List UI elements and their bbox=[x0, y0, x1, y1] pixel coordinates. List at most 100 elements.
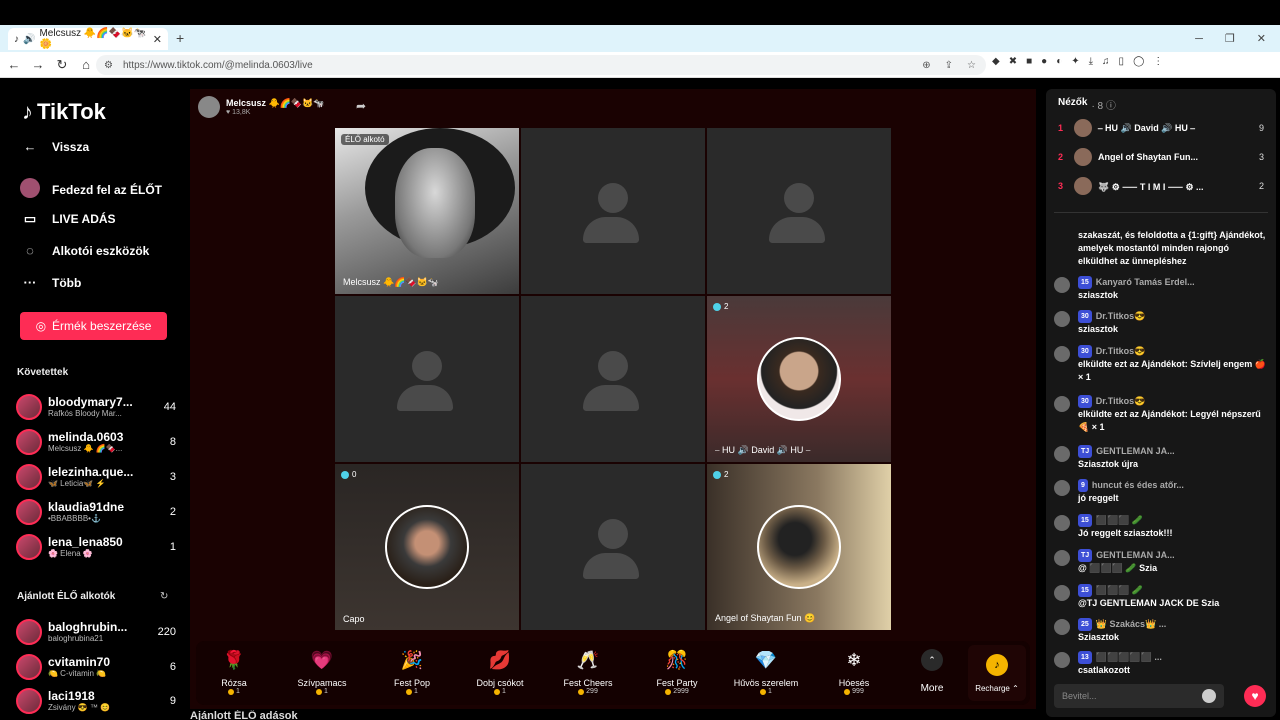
chat-message[interactable]: TJ GENTLEMAN JA... Sziasztok újra bbox=[1054, 445, 1268, 471]
nav-label: LIVE ADÁS bbox=[52, 212, 116, 226]
gift-item[interactable]: 🌹 Rózsa 1 bbox=[196, 647, 272, 695]
viewers-header[interactable]: Nézők · 8 ⓘ bbox=[1058, 97, 1116, 112]
chat-message[interactable]: 13 ⬛⬛⬛⬛⬛ ... csatlakozott bbox=[1054, 651, 1268, 677]
host-video[interactable]: ÉLŐ alkotó Melcsusz 🐥🌈🍫🐱🐄 bbox=[334, 127, 520, 295]
chat-message[interactable]: 15 Kanyaró Tamás Erdel... sziasztok bbox=[1054, 276, 1268, 302]
gift-name: Rózsa bbox=[221, 678, 247, 688]
gift-item[interactable]: 💋 Dobj csókot 1 bbox=[462, 647, 538, 695]
live-creator-tag: ÉLŐ alkotó bbox=[341, 134, 389, 145]
gift-name: Dobj csókot bbox=[476, 678, 524, 688]
forward-icon[interactable]: → bbox=[28, 57, 48, 72]
following-account[interactable]: lelezinha.que... 🦋 Leticia🦋 ⚡ 3 bbox=[16, 462, 176, 492]
recommended-account[interactable]: laci1918 Zsivány 😎 ™ 😊 9 bbox=[16, 686, 176, 716]
message-user: Kanyaró Tamás Erdel... bbox=[1095, 277, 1195, 287]
chat-input[interactable]: Bevitel... bbox=[1054, 684, 1224, 708]
share-icon[interactable]: ➦ bbox=[356, 99, 366, 113]
gift-item[interactable]: ❄ Hóesés 999 bbox=[816, 647, 892, 695]
new-tab-button[interactable]: + bbox=[176, 30, 184, 46]
guest-slot[interactable]: 2 Angel of Shaytan Fun 😊 bbox=[706, 463, 892, 631]
get-coins-button[interactable]: ◎ Érmék beszerzése bbox=[20, 312, 167, 340]
avatar bbox=[16, 619, 42, 645]
nav-explore-live[interactable]: Fedezd fel az ÉLŐT bbox=[20, 178, 162, 201]
home-icon[interactable]: ⌂ bbox=[76, 57, 96, 72]
share-page-icon[interactable]: ⇪ bbox=[945, 60, 953, 71]
guest-slot[interactable]: 2 ⎯ HU 🔊 David 🔊 HU ⎯ bbox=[706, 295, 892, 463]
sidebar-icon[interactable]: ▯ bbox=[1119, 56, 1125, 67]
empty-guest-slot[interactable] bbox=[520, 295, 706, 463]
media-icon[interactable]: ♫ bbox=[1102, 56, 1110, 67]
bookmark-star-icon[interactable]: ☆ bbox=[967, 60, 976, 71]
close-tab-icon[interactable]: ✕ bbox=[153, 33, 162, 46]
following-account[interactable]: melinda.0603 Melcsusz 🐥 🌈🍫... 8 bbox=[16, 427, 176, 457]
emoji-icon[interactable] bbox=[1202, 689, 1216, 703]
more-gifts-button[interactable]: ⌃ More bbox=[912, 649, 952, 694]
chat-message[interactable]: 9 huncut és édes atőr... jó reggelt bbox=[1054, 479, 1268, 505]
account-name: klaudia91dne bbox=[48, 499, 125, 514]
chat-message[interactable]: 15 ⬛⬛⬛ 🥒 Jó reggelt sziasztok!!! bbox=[1054, 514, 1268, 540]
chat-message[interactable]: 30 Dr.Titkos😎 elküldte ezt az Ajándékot: S… bbox=[1054, 345, 1268, 384]
gift-item[interactable]: 🥂 Fest Cheers 299 bbox=[550, 647, 626, 695]
recommended-account[interactable]: baloghrubin... baloghrubina21 220 bbox=[16, 617, 176, 647]
level-badge: TJ bbox=[1078, 445, 1093, 458]
host-info[interactable]: Melcsusz 🐥🌈🍫🐱🐄 ♥ 13,8K bbox=[198, 96, 325, 118]
account-sub: Rafkós Bloody Mar... bbox=[48, 409, 122, 419]
tiktok-logo[interactable]: ♪ TikTok bbox=[22, 99, 106, 125]
extension-icon[interactable]: ◆ bbox=[992, 56, 1000, 67]
profile-icon[interactable]: ◯ bbox=[1133, 56, 1144, 67]
gift-item[interactable]: 💗 Szívpamacs 1 bbox=[284, 647, 360, 695]
placeholder-user-icon bbox=[397, 349, 457, 411]
downloads-icon[interactable]: ⤓ bbox=[1089, 56, 1093, 67]
nav-back[interactable]: ← Vissza bbox=[20, 139, 90, 154]
empty-guest-slot[interactable] bbox=[334, 295, 520, 463]
following-account[interactable]: bloodymary7... Rafkós Bloody Mar... 44 bbox=[16, 392, 176, 422]
gift-item[interactable]: 🎊 Fest Party 2999 bbox=[639, 647, 715, 695]
maximize-icon[interactable]: ❐ bbox=[1225, 32, 1235, 45]
viewer-rank: 1 bbox=[1058, 123, 1064, 133]
following-account[interactable]: lena_lena850 🌸 Elena 🌸 1 bbox=[16, 532, 176, 562]
nav-creator-tools[interactable]: ◌ Alkotói eszközök bbox=[20, 243, 149, 258]
cool-love-icon: 💎 bbox=[754, 650, 778, 670]
menu-dots-icon[interactable]: ⋮ bbox=[1153, 56, 1163, 67]
recommended-account[interactable]: cvitamin70 🍋 C-vitamin 🍋 6 bbox=[16, 652, 176, 682]
gift-item[interactable]: 💎 Hűvös szerelem 1 bbox=[728, 647, 804, 695]
back-icon[interactable]: ← bbox=[4, 57, 24, 72]
extension-icon[interactable]: ■ bbox=[1026, 56, 1032, 67]
refresh-icon[interactable]: ↻ bbox=[160, 591, 168, 602]
viewers-title: Nézők bbox=[1058, 97, 1088, 108]
following-account[interactable]: klaudia91dne •BBABBBB•⚓ 2 bbox=[16, 497, 176, 527]
message-user: ⬛⬛⬛ 🥒 bbox=[1095, 585, 1144, 595]
top-viewer-row[interactable]: 3 🐺 ⚙ ⸺ T I M I ⸺ ⚙ ... 2 bbox=[1058, 176, 1264, 196]
reload-icon[interactable]: ↻ bbox=[52, 57, 72, 73]
close-window-icon[interactable]: ✕ bbox=[1257, 32, 1266, 45]
gift-name: Hűvös szerelem bbox=[733, 678, 799, 688]
chat-message[interactable]: 15 ⬛⬛⬛ 🥒 @TJ GENTLEMAN JACK DE Szia bbox=[1054, 584, 1268, 610]
chat-message[interactable]: TJ GENTLEMAN JA... @ ⬛⬛⬛ 🥒 Szia bbox=[1054, 549, 1268, 575]
browser-tab[interactable]: ♪ 🔊 Melcsusz 🐥🌈🍫🐱🐄🌼 ✕ bbox=[8, 28, 168, 50]
url-field[interactable]: ⚙ https://www.tiktok.com/@melinda.0603/l… bbox=[96, 55, 986, 75]
empty-guest-slot[interactable] bbox=[520, 463, 706, 631]
top-viewer-row[interactable]: 2 Angel of Shaytan Fun... 3 bbox=[1058, 147, 1264, 167]
puzzle-icon[interactable]: ✦ bbox=[1071, 56, 1079, 67]
guest-slot[interactable]: 0 Capo bbox=[334, 463, 520, 631]
extension-icon[interactable]: ✖ bbox=[1009, 56, 1017, 67]
gift-item[interactable]: 🎉 Fest Pop 1 bbox=[374, 647, 450, 695]
message-text: sziasztok bbox=[1078, 290, 1119, 300]
minimize-icon[interactable]: ─ bbox=[1195, 33, 1203, 45]
zoom-icon[interactable]: ⊕ bbox=[922, 60, 930, 71]
speaker-icon[interactable]: 🔊 bbox=[23, 34, 35, 45]
like-heart-button[interactable]: ♥ bbox=[1244, 685, 1266, 707]
recharge-button[interactable]: ♪ Recharge ⌃ bbox=[968, 645, 1026, 701]
nav-more[interactable]: ··· Több bbox=[20, 275, 82, 290]
message-text: szakaszát, és feloldotta a {1:gift} Aján… bbox=[1078, 230, 1266, 266]
site-info-icon[interactable]: ⚙ bbox=[104, 60, 113, 71]
chat-message[interactable]: 30 Dr.Titkos😎 sziasztok bbox=[1054, 310, 1268, 336]
empty-guest-slot[interactable] bbox=[706, 127, 892, 295]
extension-icon[interactable]: ◐ bbox=[1056, 56, 1062, 67]
top-viewer-row[interactable]: 1 ⎯ HU 🔊 David 🔊 HU ⎯ 9 bbox=[1058, 118, 1264, 138]
empty-guest-slot[interactable] bbox=[520, 127, 706, 295]
extension-icon[interactable]: ● bbox=[1041, 56, 1047, 67]
chat-message[interactable]: 30 Dr.Titkos😎 elküldte ezt az Ajándékot: L… bbox=[1054, 395, 1268, 434]
avatar bbox=[1074, 119, 1092, 137]
nav-live-broadcast[interactable]: ▭ LIVE ADÁS bbox=[20, 211, 116, 227]
chat-message[interactable]: 25 👑 Szakács👑 ... Sziasztok bbox=[1054, 618, 1268, 644]
